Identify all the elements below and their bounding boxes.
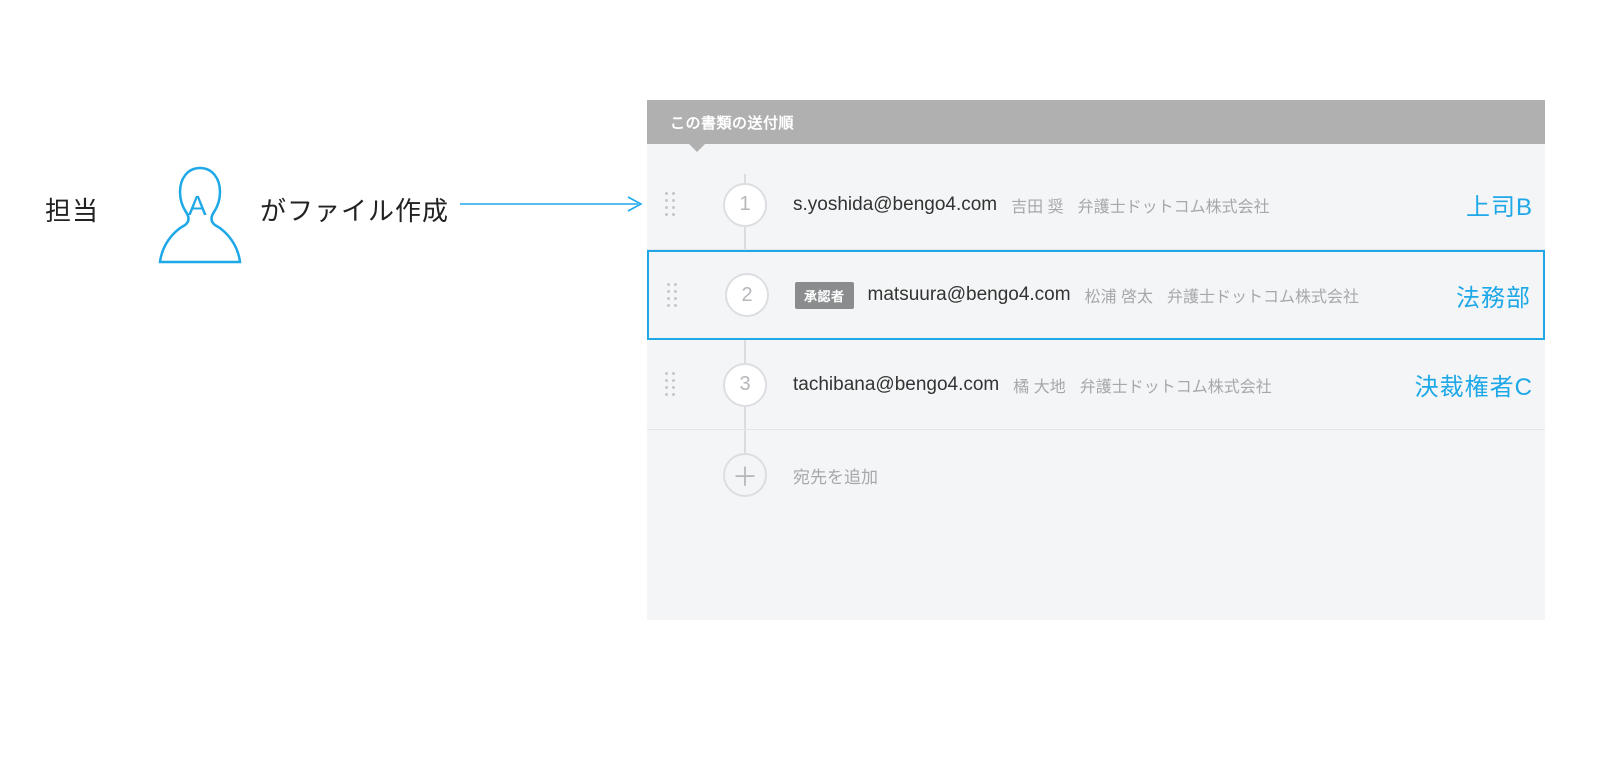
step-number: 1 bbox=[723, 183, 767, 227]
arrow-icon bbox=[460, 194, 650, 214]
row-content: 承認者 matsuura@bengo4.com 松浦 啓太 弁護士ドットコム株式… bbox=[795, 282, 1543, 309]
recipient-row[interactable]: 2 承認者 matsuura@bengo4.com 松浦 啓太 弁護士ドットコム… bbox=[647, 250, 1545, 340]
step-number: 3 bbox=[723, 363, 767, 407]
add-recipient-label: 宛先を追加 bbox=[793, 463, 878, 488]
panel-header: この書類の送付順 bbox=[647, 100, 1545, 144]
drag-handle-icon[interactable] bbox=[647, 192, 693, 217]
step-number: 2 bbox=[725, 273, 769, 317]
approver-badge: 承認者 bbox=[795, 282, 854, 309]
row-annotation: 上司B bbox=[1466, 187, 1533, 222]
recipient-name: 松浦 啓太 bbox=[1085, 283, 1153, 307]
recipient-name: 橘 大地 bbox=[1013, 373, 1065, 397]
row-annotation: 決裁権者C bbox=[1415, 367, 1533, 402]
recipient-email: tachibana@bengo4.com bbox=[793, 374, 999, 396]
creator-cluster: 担当 A がファイル作成 bbox=[45, 155, 575, 275]
row-content: s.yoshida@bengo4.com 吉田 奨 弁護士ドットコム株式会社 bbox=[793, 193, 1545, 217]
recipient-row[interactable]: 1 s.yoshida@bengo4.com 吉田 奨 弁護士ドットコム株式会社… bbox=[647, 160, 1545, 250]
rows-wrap: 1 s.yoshida@bengo4.com 吉田 奨 弁護士ドットコム株式会社… bbox=[647, 144, 1545, 520]
recipient-name: 吉田 奨 bbox=[1011, 193, 1063, 217]
drag-handle-icon[interactable] bbox=[647, 372, 693, 397]
row-annotation: 法務部 bbox=[1456, 278, 1531, 313]
send-order-panel: この書類の送付順 1 s.yoshida@bengo4.com 吉田 奨 弁護士… bbox=[647, 100, 1545, 620]
add-recipient-button[interactable]: ＋ bbox=[723, 453, 767, 497]
recipient-row[interactable]: 3 tachibana@bengo4.com 橘 大地 弁護士ドットコム株式会社… bbox=[647, 340, 1545, 430]
text-role-suffix: がファイル作成 bbox=[260, 191, 449, 228]
recipient-email: s.yoshida@bengo4.com bbox=[793, 194, 997, 216]
recipient-company: 弁護士ドットコム株式会社 bbox=[1167, 283, 1359, 307]
recipient-email: matsuura@bengo4.com bbox=[868, 284, 1071, 306]
recipient-company: 弁護士ドットコム株式会社 bbox=[1080, 373, 1272, 397]
add-recipient-row: ＋ 宛先を追加 bbox=[647, 430, 1545, 520]
drag-handle-icon[interactable] bbox=[649, 283, 695, 308]
recipient-company: 弁護士ドットコム株式会社 bbox=[1078, 193, 1270, 217]
text-role-prefix: 担当 bbox=[45, 191, 99, 228]
panel-title: この書類の送付順 bbox=[670, 112, 794, 133]
person-letter: A bbox=[188, 190, 207, 222]
